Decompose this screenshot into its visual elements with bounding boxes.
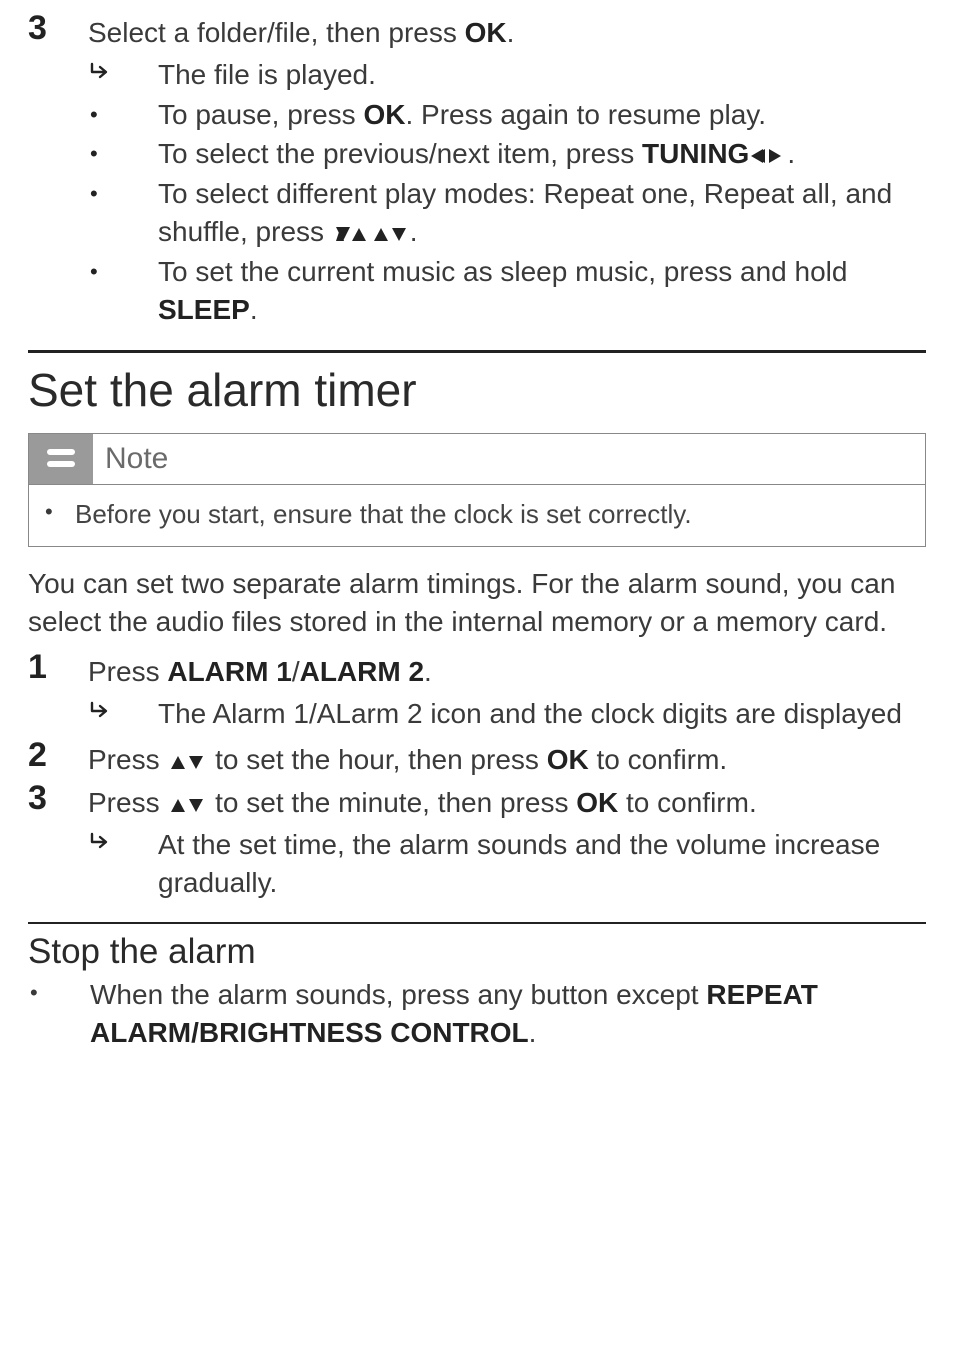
- step-body: Press ALARM 1/ALARM 2. The Alarm 1/ALarm…: [88, 649, 926, 735]
- result-text: At the set time, the alarm sounds and th…: [158, 826, 926, 902]
- text: to confirm.: [618, 787, 756, 818]
- text: When the alarm sounds, press any button …: [90, 979, 706, 1010]
- bullet-text: To select the previous/next item, press …: [158, 135, 926, 173]
- bullet-icon: •: [88, 253, 158, 288]
- step-number: 1: [28, 649, 88, 686]
- text: .: [787, 138, 795, 169]
- note-box: Note • Before you start, ensure that the…: [28, 433, 926, 547]
- text: Press: [88, 787, 167, 818]
- result-arrow-icon: [88, 56, 158, 90]
- bullet-text: To pause, press OK. Press again to resum…: [158, 96, 926, 134]
- text: To pause, press: [158, 99, 363, 130]
- step-number: 3: [28, 780, 88, 817]
- text: To select different play modes: Repeat o…: [158, 178, 892, 247]
- button-label-ok: OK: [576, 787, 618, 818]
- text: .: [529, 1017, 537, 1048]
- button-label-alarm2: ALARM 2: [300, 656, 424, 687]
- text: Press: [88, 656, 167, 687]
- bullet-icon: •: [88, 175, 158, 210]
- step-body: Select a folder/file, then press OK. The…: [88, 10, 926, 330]
- sub-list: The file is played. • To pause, press OK…: [88, 56, 926, 329]
- step-number: 3: [28, 10, 88, 47]
- text: .: [507, 17, 515, 48]
- text: to set the minute, then press: [207, 787, 576, 818]
- result-text: The Alarm 1/ALarm 2 icon and the clock d…: [158, 695, 926, 733]
- step-body: Press to set the hour, then press OK to …: [88, 737, 926, 779]
- bullet-text: To select different play modes: Repeat o…: [158, 175, 926, 251]
- bullet-icon: •: [28, 976, 90, 1009]
- up-down-triangle-icon: [169, 753, 205, 771]
- intro-paragraph: You can set two separate alarm timings. …: [28, 565, 926, 641]
- bullet-icon: •: [45, 497, 75, 528]
- button-label-ok: OK: [547, 744, 589, 775]
- text: to set the hour, then press: [207, 744, 546, 775]
- note-text: Before you start, ensure that the clock …: [75, 497, 909, 532]
- step-number: 2: [28, 737, 88, 774]
- text: To set the current music as sleep music,…: [158, 256, 847, 287]
- button-label-ok: OK: [465, 17, 507, 48]
- bullet-icon: •: [88, 96, 158, 131]
- text: .: [410, 216, 418, 247]
- button-label-sleep: SLEEP: [158, 294, 250, 325]
- text: To select the previous/next item, press: [158, 138, 642, 169]
- result-arrow-icon: [88, 695, 158, 729]
- subsection-title: Stop the alarm: [28, 932, 926, 972]
- up-down-triangle-icon: [372, 225, 408, 243]
- alarm-step-3: 3 Press to set the minute, then press OK…: [28, 780, 926, 903]
- text: .: [250, 294, 258, 325]
- left-right-triangle-icon: [751, 147, 785, 165]
- note-header: Note: [29, 434, 925, 485]
- alarm-step-2: 2 Press to set the hour, then press OK t…: [28, 737, 926, 779]
- note-icon: [29, 434, 93, 484]
- bullet-text: To set the current music as sleep music,…: [158, 253, 926, 329]
- button-label-ok: OK: [363, 99, 405, 130]
- text: Press: [88, 744, 167, 775]
- text: . Press again to resume play.: [405, 99, 766, 130]
- text: /: [292, 656, 300, 687]
- page: 3 Select a folder/file, then press OK. T…: [0, 0, 954, 1354]
- bullet-item: • To select the previous/next item, pres…: [88, 135, 926, 173]
- step-body: Press to set the minute, then press OK t…: [88, 780, 926, 903]
- bullet-item: • To pause, press OK. Press again to res…: [88, 96, 926, 134]
- text: Select a folder/file, then press: [88, 17, 465, 48]
- result-item: The file is played.: [88, 56, 926, 94]
- bullet-item: • When the alarm sounds, press any butto…: [28, 976, 926, 1052]
- bullet-item: • To set the current music as sleep musi…: [88, 253, 926, 329]
- section-divider: [28, 350, 926, 353]
- button-label-alarm1: ALARM 1: [167, 656, 291, 687]
- note-label: Note: [93, 434, 180, 484]
- result-text: The file is played.: [158, 56, 926, 94]
- up-down-triangle-icon: [169, 796, 205, 814]
- result-item: At the set time, the alarm sounds and th…: [88, 826, 926, 902]
- bullet-icon: •: [88, 135, 158, 170]
- bullet-item: • To select different play modes: Repeat…: [88, 175, 926, 251]
- text: .: [424, 656, 432, 687]
- text: to confirm.: [589, 744, 727, 775]
- button-label-tuning: TUNING: [642, 138, 749, 169]
- up-down-triangle-icon: [334, 225, 368, 243]
- note-body: • Before you start, ensure that the cloc…: [29, 485, 925, 546]
- result-arrow-icon: [88, 826, 158, 860]
- section-title: Set the alarm timer: [28, 363, 926, 417]
- alarm-step-1: 1 Press ALARM 1/ALARM 2. The Alarm 1/ALa…: [28, 649, 926, 735]
- bullet-text: When the alarm sounds, press any button …: [90, 976, 926, 1052]
- step-3: 3 Select a folder/file, then press OK. T…: [28, 10, 926, 330]
- result-item: The Alarm 1/ALarm 2 icon and the clock d…: [88, 695, 926, 733]
- subsection-divider: [28, 922, 926, 924]
